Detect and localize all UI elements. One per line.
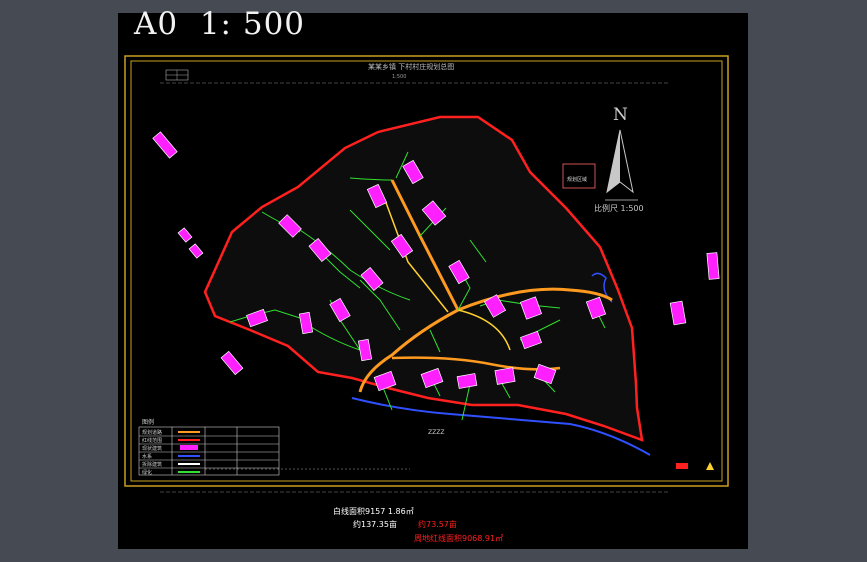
inset-label: 规划区域	[567, 177, 588, 183]
building-plot	[706, 252, 720, 280]
building-plot	[669, 300, 687, 326]
legend-row: 拆除建筑	[142, 462, 163, 468]
site-plan-drawing	[124, 55, 729, 493]
legend-row: 红线范围	[142, 438, 163, 444]
red-mu-stat: 约73.57亩	[418, 520, 457, 529]
plan-subtitle: 1:500	[392, 74, 407, 80]
plan-title: 某某乡镇 下村村庄规划总图	[368, 63, 455, 71]
red-area-stat: 周地红线面积9068.91㎡	[414, 534, 504, 543]
building-plot	[220, 350, 244, 376]
building-plot	[188, 243, 204, 259]
building-plot	[152, 131, 178, 159]
terrain-area	[205, 117, 642, 440]
total-mu-stat: 约137.35亩	[353, 520, 397, 529]
red-marker	[676, 463, 688, 469]
north-letter: N	[613, 105, 628, 125]
legend-row: 规划道路	[142, 430, 163, 436]
legend-row: 绿化	[142, 470, 153, 476]
north-arrow-icon	[605, 129, 638, 201]
legend-row: 水系	[142, 454, 153, 460]
legend-row: 现状建筑	[142, 446, 163, 452]
building-plot	[177, 227, 193, 243]
total-area-stat: 白线面积9157 1.86㎡	[333, 507, 414, 516]
road-label: ZZZZ	[428, 429, 445, 436]
legend-title: 图例	[142, 419, 155, 426]
yellow-marker-icon	[706, 462, 714, 470]
building-plot	[494, 367, 516, 385]
scale-bar-label: 比例尺 1:500	[594, 204, 644, 213]
